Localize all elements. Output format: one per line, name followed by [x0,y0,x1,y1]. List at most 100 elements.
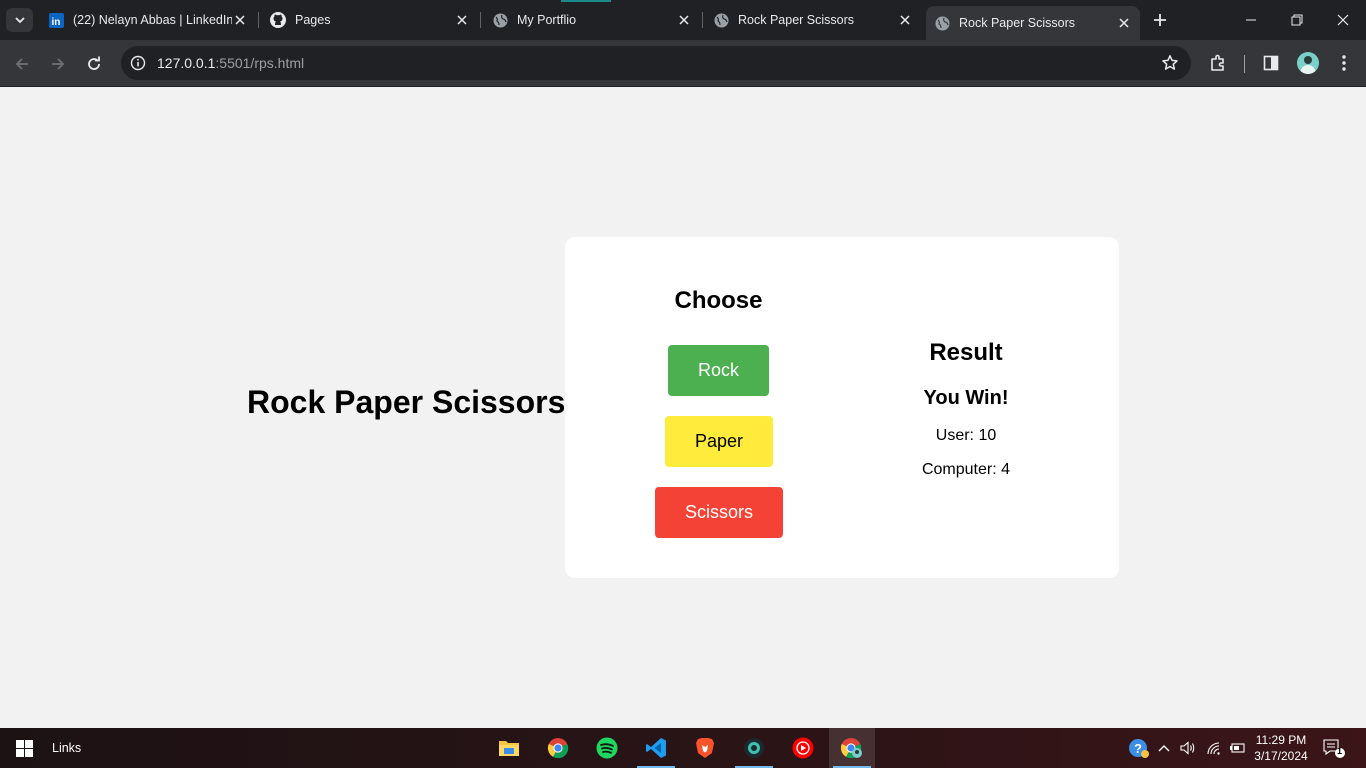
battery-icon [1230,743,1245,753]
taskbar-brave[interactable] [682,728,728,768]
side-panel-icon[interactable] [1260,52,1282,74]
close-icon[interactable] [454,12,470,28]
toolbar-separator [1244,55,1245,73]
minimize-button[interactable] [1228,0,1274,40]
new-tab-button[interactable] [1150,10,1170,30]
avatar-icon [1300,56,1316,74]
browser-tab-bar: in (22) Nelayn Abbas | LinkedIn Pages My… [0,0,1366,40]
arrow-left-icon [15,58,28,70]
chrome-icon [547,738,569,759]
forward-button[interactable] [46,52,70,76]
plus-icon [1154,14,1166,26]
browser-toolbar: 127.0.0.1:5501/rps.html [0,40,1366,87]
tab-title: Rock Paper Scissors [738,13,855,27]
close-icon[interactable] [897,12,913,28]
url-host: 127.0.0.1 [157,55,216,71]
tab-title: (22) Nelayn Abbas | LinkedIn [73,13,232,27]
chevron-up-icon [1158,745,1170,752]
paper-button[interactable]: Paper [665,416,773,467]
menu-kebab-icon[interactable] [1333,52,1355,74]
reload-button[interactable] [82,52,106,76]
tab-title: Rock Paper Scissors [959,16,1076,30]
taskbar-spotify[interactable] [584,728,630,768]
scissors-button[interactable]: Scissors [655,487,783,538]
taskbar-file-explorer[interactable] [486,728,532,768]
windows-logo-icon [25,749,33,757]
taskbar-youtube-music[interactable] [780,728,826,768]
notification-count: 1 [1337,746,1343,756]
computer-score: Computer: 4 [921,461,1011,478]
minimize-icon [1246,19,1256,21]
choose-heading: Choose [674,287,763,314]
restore-button[interactable] [1274,0,1320,40]
user-score: User: 10 [935,427,997,444]
linkedin-icon: in [48,12,64,28]
svg-text:?: ? [1134,741,1142,756]
close-icon[interactable] [676,12,692,28]
tab-portfolio[interactable]: My Portflio [492,6,692,34]
tab-separator [480,12,481,28]
tab-title: Pages [295,13,331,27]
close-window-button[interactable] [1320,0,1366,40]
close-icon[interactable] [1116,15,1132,31]
app-orb-icon [744,738,764,758]
reload-icon [88,56,100,70]
tab-pages[interactable]: Pages [270,6,470,34]
windows-logo-icon [16,740,24,748]
clock-date: 3/17/2024 [1254,749,1308,763]
notification-center-button[interactable]: 1 [1322,738,1346,758]
svg-text:in: in [51,17,60,28]
rock-button[interactable]: Rock [668,345,769,396]
globe-icon [713,12,729,28]
taskbar-vscode[interactable] [633,728,679,768]
windows-logo-icon [25,740,33,748]
github-icon [270,12,286,28]
restore-icon [1291,14,1303,26]
taskbar-clock[interactable]: 11:29 PM 3/17/2024 [1250,732,1312,764]
tab-title: My Portflio [517,13,577,27]
url-path: :5501/rps.html [215,55,305,71]
taskbar-links-toolbar[interactable]: Links [52,741,81,755]
tab-loading-indicator [561,0,611,2]
tab-separator [702,12,703,28]
tab-rps-active[interactable]: Rock Paper Scissors [926,6,1140,40]
network-tray-icon[interactable] [1205,738,1223,758]
game-card: Choose Rock Paper Scissors Result You Wi… [565,237,1119,578]
speaker-icon [1180,741,1195,755]
back-button[interactable] [10,52,34,76]
result-heading: Result [929,339,1003,366]
folder-icon [499,741,519,756]
tab-separator [258,12,259,28]
taskbar: Links ? 11:29 PM 3/17/2024 1 [0,728,1366,768]
close-icon [1337,14,1349,26]
taskbar-app-teal[interactable] [731,728,777,768]
globe-icon [934,15,950,31]
show-hidden-icons-button[interactable] [1156,738,1172,758]
taskbar-chrome[interactable] [535,728,581,768]
close-icon[interactable] [232,12,248,28]
help-tray-icon[interactable]: ? [1127,738,1151,758]
spotify-icon [596,737,618,759]
volume-tray-icon[interactable] [1179,738,1197,758]
windows-start-button[interactable] [16,740,33,757]
youtube-music-icon [792,737,814,759]
tab-rps-1[interactable]: Rock Paper Scissors [713,6,913,34]
clock-time: 11:29 PM [1255,733,1307,747]
profile-avatar[interactable] [1297,52,1319,74]
tab-linkedin[interactable]: in (22) Nelayn Abbas | LinkedIn [48,6,248,34]
result-message: You Win! [923,387,1009,409]
extensions-icon[interactable] [1207,52,1229,74]
windows-logo-icon [16,749,24,757]
chrome-profile-icon [840,738,862,759]
wifi-icon [1207,742,1220,755]
battery-tray-icon[interactable] [1228,738,1246,758]
page-title: Rock Paper Scissors [247,384,566,420]
notification-icon [1323,739,1345,758]
taskbar-chrome-profile[interactable] [829,728,875,768]
address-bar[interactable]: 127.0.0.1:5501/rps.html [121,46,1191,80]
site-info-icon[interactable] [129,54,147,72]
tab-search-button[interactable] [6,8,33,32]
bookmark-star-icon[interactable] [1161,54,1179,72]
vscode-icon [646,738,666,758]
chevron-down-icon [14,17,25,24]
